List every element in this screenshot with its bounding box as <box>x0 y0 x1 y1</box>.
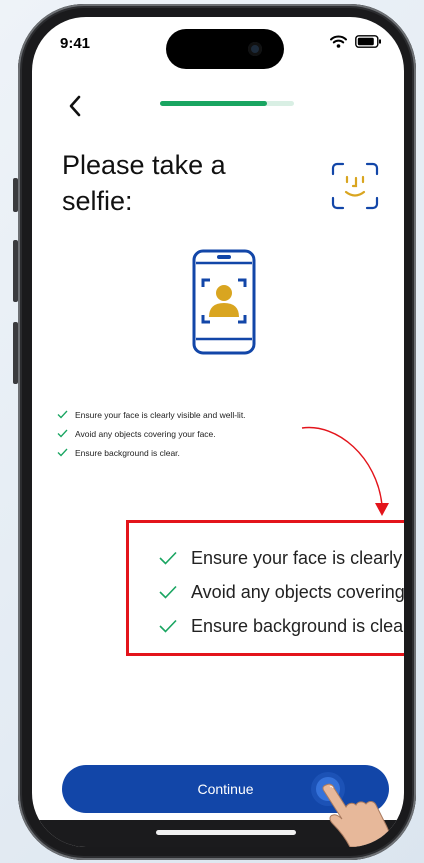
silent-switch <box>13 178 18 212</box>
list-item: Ensure your face is clearly visible and … <box>159 541 404 575</box>
zoom-callout: Ensure your face is clearly visible and … <box>126 520 404 656</box>
tap-hand-icon <box>311 772 395 847</box>
requirement-text: Avoid any objects covering your face. <box>191 581 404 602</box>
list-item: Avoid any objects covering your face. <box>159 575 404 609</box>
volume-down-button <box>13 322 18 384</box>
home-indicator <box>156 830 296 835</box>
volume-up-button <box>13 240 18 302</box>
list-item: Ensure background is clear. <box>159 609 404 643</box>
zoom-requirements-list: Ensure your face is clearly visible and … <box>159 541 404 643</box>
check-icon <box>159 551 177 565</box>
check-icon <box>159 619 177 633</box>
requirement-text: Ensure background is clear. <box>191 615 404 636</box>
phone-screen: 9:41 Please take a selfie: Ensure your f… <box>32 17 404 847</box>
callout-arrow <box>301 426 389 516</box>
requirement-text: Ensure your face is clearly visible and … <box>191 547 404 568</box>
check-icon <box>159 585 177 599</box>
